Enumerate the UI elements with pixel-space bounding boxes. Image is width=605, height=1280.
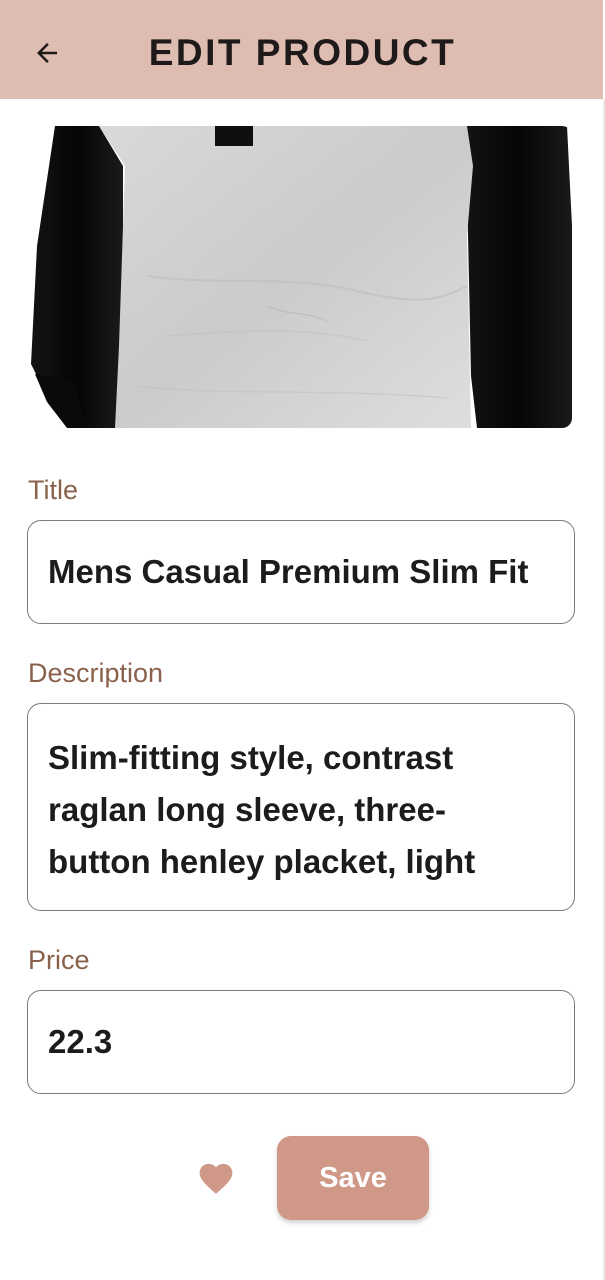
title-input-value: Mens Casual Premium Slim Fit	[48, 553, 529, 590]
description-line: Slim-fitting style, contrast	[48, 739, 454, 776]
description-input[interactable]: Slim-fitting style, contrast raglan long…	[27, 703, 575, 911]
title-input[interactable]: Mens Casual Premium Slim Fit	[27, 520, 575, 624]
title-label: Title	[28, 475, 79, 505]
save-button[interactable]: Save	[277, 1136, 429, 1220]
product-image	[27, 126, 572, 428]
price-input[interactable]: 22.3	[27, 990, 575, 1094]
heart-icon	[199, 1163, 233, 1194]
favorite-button[interactable]	[194, 1157, 238, 1197]
price-label: Price	[28, 945, 90, 975]
description-line: button henley placket, light	[48, 843, 476, 880]
description-line: raglan long sleeve, three-	[48, 791, 446, 828]
description-label: Description	[28, 658, 164, 688]
price-input-value: 22.3	[48, 1023, 113, 1060]
app-bar: EDIT PRODUCT	[0, 0, 603, 99]
page-title: EDIT PRODUCT	[148, 32, 457, 73]
edit-product-screen: EDIT PRODUCT Title Mens Casual Premium S…	[0, 0, 605, 1280]
